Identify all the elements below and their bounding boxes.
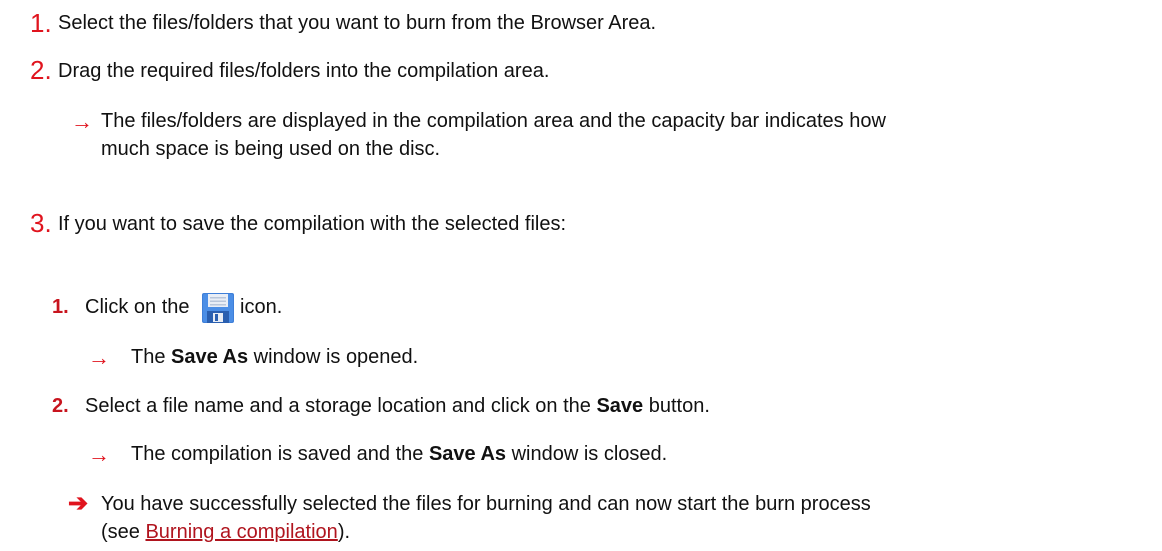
substep-2-text: Select a file name and a storage locatio… (85, 395, 710, 417)
result-arrow-icon: → (88, 345, 110, 370)
final-result-arrow-icon: ➔ (68, 490, 89, 517)
substep-2-result: The compilation is saved and the Save As… (131, 443, 668, 465)
step-2-result-line-2: much space is being used on the disc. (101, 138, 441, 160)
save-floppy-icon (202, 293, 234, 323)
step-3-text: If you want to save the compilation with… (58, 213, 567, 235)
step-1-number: 1. (30, 8, 52, 38)
burning-compilation-link[interactable]: Burning a compilation (145, 521, 337, 543)
substep-1-text-before: Click on the (85, 296, 190, 318)
step-1-text: Select the files/folders that you want t… (58, 12, 657, 34)
substep-2-number: 2. (52, 395, 69, 417)
final-result-line-1: You have successfully selected the files… (101, 493, 871, 515)
step-2-number: 2. (30, 55, 52, 85)
step-2-text: Drag the required files/folders into the… (58, 60, 550, 82)
substep-1-number: 1. (52, 296, 69, 318)
result-arrow-icon: → (71, 109, 93, 134)
result-arrow-icon: → (88, 442, 110, 467)
step-3-number: 3. (30, 208, 52, 238)
substep-1-result: The Save As window is opened. (131, 346, 419, 368)
step-2-result-line-1: The files/folders are displayed in the c… (101, 110, 886, 132)
substep-1-text-after: icon. (240, 296, 283, 318)
final-result-line-2: (see Burning a compilation). (101, 521, 351, 543)
